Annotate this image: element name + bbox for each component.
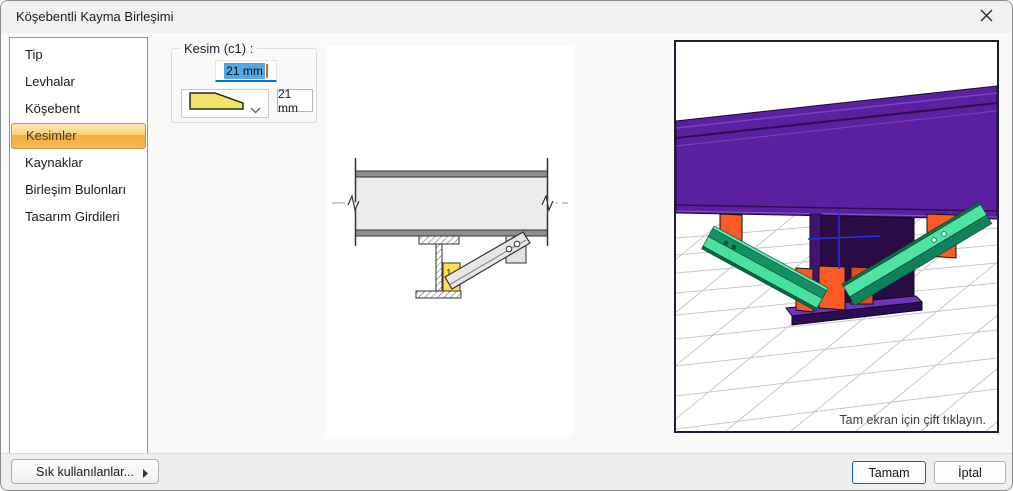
sidebar-item-levhalar[interactable]: Levhalar <box>11 69 146 95</box>
sidebar-item-tasarim-girdileri[interactable]: Tasarım Girdileri <box>11 204 146 230</box>
sidebar-item-kesimler[interactable]: Kesimler <box>11 123 146 149</box>
main-beam-3d <box>676 86 997 219</box>
sidebar-item-kosebent[interactable]: Köşebent <box>11 96 146 122</box>
cut-depth-input[interactable]: 21 mm <box>215 60 277 82</box>
dialog-window: Köşebentli Kayma Birleşimi Tip Levhalar … <box>0 0 1013 491</box>
close-icon <box>980 9 993 25</box>
connection-2d-drawing: 1 <box>326 46 574 436</box>
sidebar-item-kaynaklar[interactable]: Kaynaklar <box>11 150 146 176</box>
taper-cut-shape-icon <box>187 88 247 119</box>
favorites-label: Sık kullanılanlar... <box>36 465 134 479</box>
cut-depth-value: 21 mm <box>224 63 265 79</box>
ok-button[interactable]: Tamam <box>852 461 926 484</box>
cut-length-input[interactable]: 21 mm <box>277 89 313 112</box>
category-list: Tip Levhalar Köşebent Kesimler Kaynaklar… <box>9 37 148 456</box>
sidebar-item-tip[interactable]: Tip <box>11 42 146 68</box>
footer-bar: Sık kullanılanlar... Tamam İptal <box>1 453 1012 490</box>
beam-body <box>356 171 548 236</box>
cancel-button[interactable]: İptal <box>934 461 1006 484</box>
sidebar-item-birlesim-bulonlari[interactable]: Birleşim Bulonları <box>11 177 146 203</box>
fullscreen-hint: Tam ekran için çift tıklayın. <box>839 413 986 427</box>
close-button[interactable] <box>970 4 1002 30</box>
favorites-button[interactable]: Sık kullanılanlar... <box>11 459 159 484</box>
chevron-down-icon <box>250 101 261 119</box>
dialog-title: Köşebentli Kayma Birleşimi <box>16 9 174 24</box>
kesim-group-label: Kesim (c1) : <box>180 41 257 56</box>
cut-shape-dropdown[interactable] <box>181 89 269 118</box>
title-bar: Köşebentli Kayma Birleşimi <box>1 1 1012 33</box>
arrow-right-icon <box>142 467 149 481</box>
connection-3d-preview[interactable]: Tam ekran için çift tıklayın. <box>674 40 999 433</box>
text-caret <box>266 64 268 78</box>
beam-top-flange <box>356 171 548 177</box>
